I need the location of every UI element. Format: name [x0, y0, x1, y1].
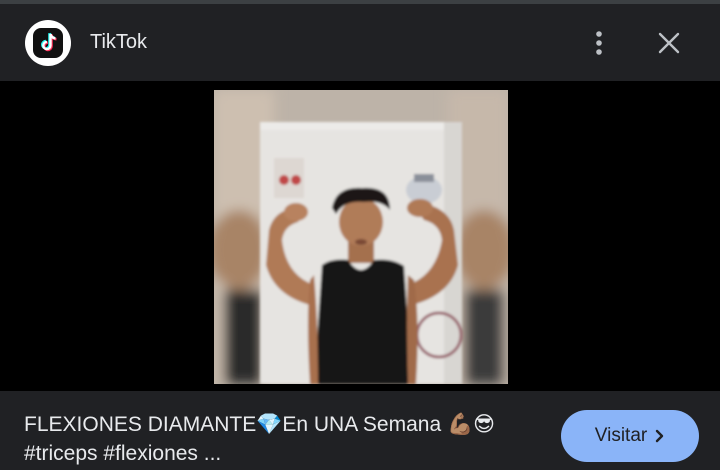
image-viewer: [0, 81, 720, 391]
sunglasses-emoji-icon: 😎: [473, 412, 496, 436]
caption-hashtags: #triceps #flexiones ...: [24, 442, 222, 465]
tiktok-logo-icon: [25, 20, 71, 66]
close-button[interactable]: [654, 28, 684, 58]
gem-emoji-icon: 💎: [256, 412, 283, 436]
visit-button-label: Visitar: [594, 425, 648, 446]
caption-text-part1: FLEXIONES DIAMANTE: [24, 413, 257, 436]
more-vert-icon: [596, 31, 602, 55]
visit-button[interactable]: Visitar: [561, 410, 699, 462]
caption-text-part2: En UNA Semana: [282, 413, 447, 436]
source-title: TikTok: [90, 31, 148, 53]
close-icon: [658, 32, 680, 54]
chevron-right-icon: [655, 429, 665, 443]
lightbox-header: TikTok: [0, 4, 720, 81]
flexed-biceps-emoji-icon: 💪🏽: [446, 412, 474, 436]
preview-image[interactable]: [214, 90, 508, 384]
result-caption[interactable]: FLEXIONES DIAMANTE💎En UNA Semana 💪🏽😎 #tr…: [24, 410, 544, 468]
result-footer: FLEXIONES DIAMANTE💎En UNA Semana 💪🏽😎 #tr…: [0, 391, 720, 470]
more-options-button[interactable]: [584, 28, 614, 58]
